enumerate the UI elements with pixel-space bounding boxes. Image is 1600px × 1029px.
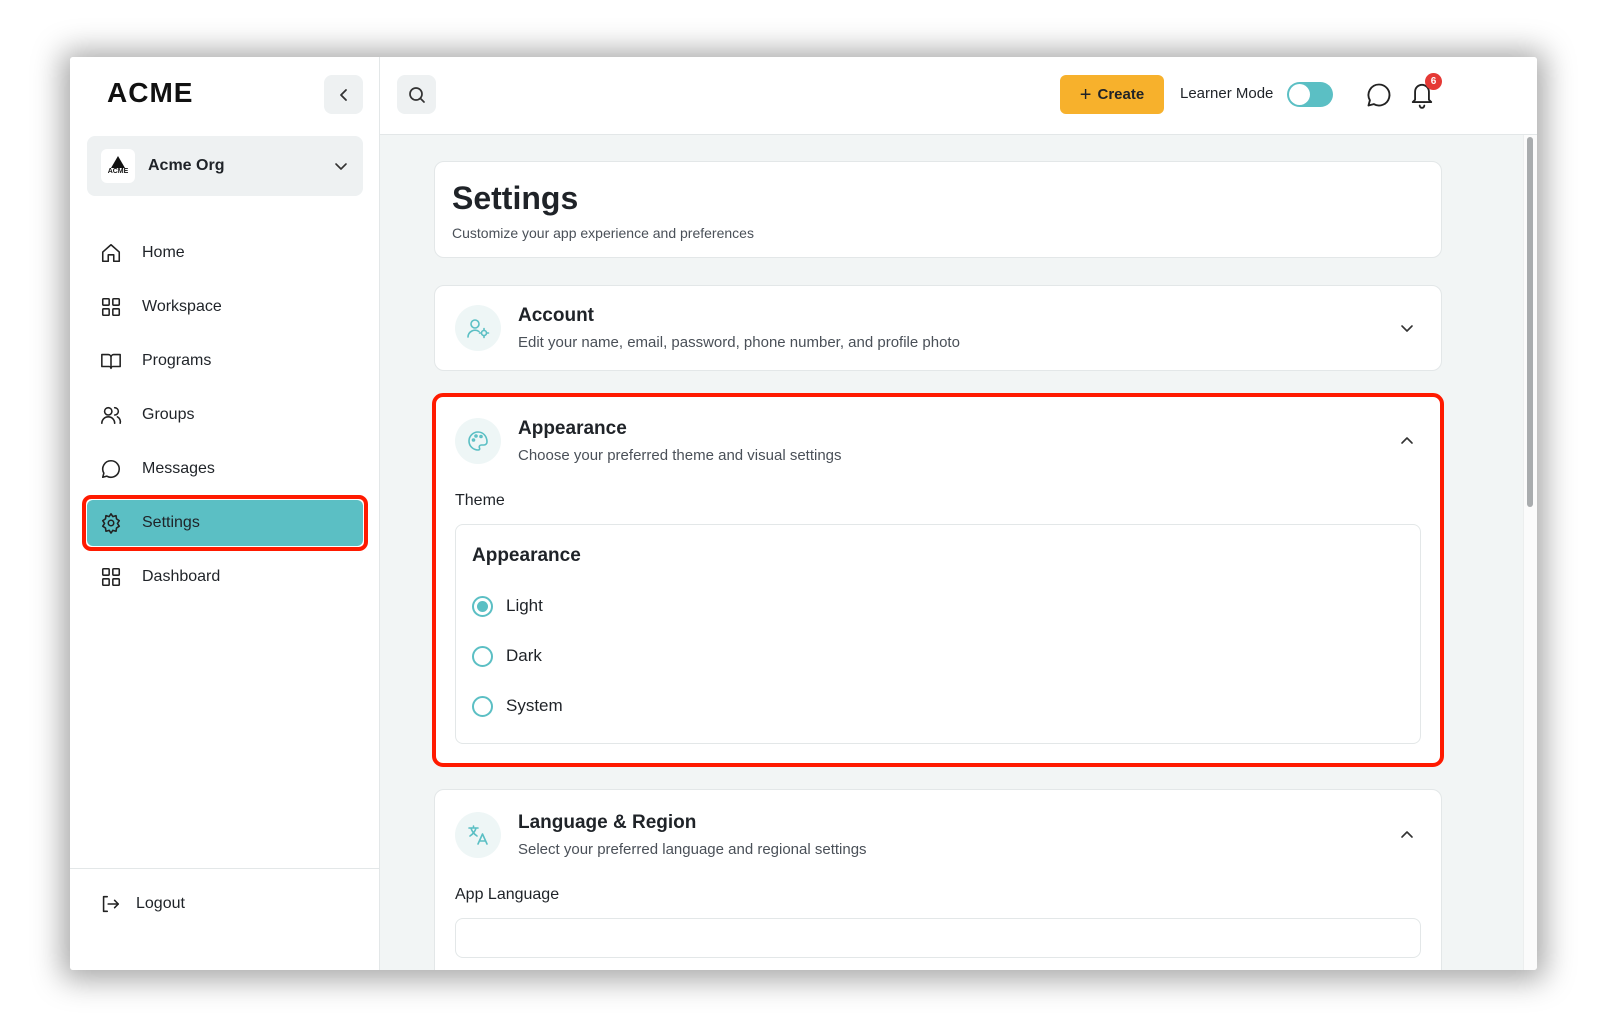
scrollbar-thumb[interactable] [1527,137,1533,507]
user-settings-icon [455,305,501,351]
sidebar-item-label: Groups [142,406,195,423]
chevron-up-icon[interactable] [1397,431,1417,451]
grid-icon [99,295,123,319]
theme-label: Theme [455,492,505,509]
sidebar-item-label: Programs [142,352,212,369]
logout-button[interactable]: Logout [98,892,185,916]
radio-label: Light [506,596,543,615]
appearance-section: Appearance Choose your preferred theme a… [432,393,1444,767]
radio-label: Dark [506,646,542,665]
radio-unchecked[interactable] [472,695,493,717]
translate-icon [455,812,501,858]
chevron-down-icon[interactable] [1397,318,1417,338]
plus-icon: + [1079,83,1092,106]
section-title: Appearance [518,418,627,439]
app-window: ACME ACME Acme Org Home Workspace Progra… [70,57,1537,970]
org-logo: ACME [101,149,135,183]
settings-content: Settings Customize your app experience a… [432,161,1444,970]
search-button[interactable] [397,75,436,114]
radio-unchecked[interactable] [472,645,493,667]
sidebar-item-label: Settings [142,514,200,531]
section-title: Account [518,305,594,326]
sidebar-item-workspace[interactable]: Workspace [87,284,363,330]
create-label: Create [1097,86,1145,103]
org-switcher[interactable]: ACME Acme Org [87,136,363,196]
users-icon [99,403,123,427]
sidebar-item-label: Messages [142,460,215,477]
main-area: + Create Learner Mode 6 Settings Customi… [380,57,1537,970]
learner-mode-toggle[interactable] [1287,82,1333,107]
sidebar-item-label: Workspace [142,298,222,315]
notification-badge: 6 [1425,73,1442,90]
section-title: Language & Region [518,812,697,833]
chevron-down-icon [335,163,347,170]
sidebar-item-messages[interactable]: Messages [87,446,363,492]
section-description: Select your preferred language and regio… [518,841,867,858]
theme-options-box: Appearance Light Dark System [455,524,1421,744]
account-section: Account Edit your name, email, password,… [434,285,1442,371]
app-language-label: App Language [455,886,560,903]
create-button[interactable]: + Create [1060,75,1164,114]
sidebar-item-label: Dashboard [142,568,221,585]
chevron-up-icon[interactable] [1397,825,1417,845]
home-icon [99,241,123,265]
sidebar-item-dashboard[interactable]: Dashboard [87,554,363,600]
sidebar-item-home[interactable]: Home [87,230,363,276]
chevron-left-icon [339,88,347,101]
appearance-section-header[interactable]: Appearance Choose your preferred theme a… [435,396,1441,486]
sidebar-item-label: Home [142,244,185,261]
section-description: Edit your name, email, password, phone n… [518,334,960,351]
sidebar-item-settings[interactable]: Settings [82,495,368,551]
divider [70,868,379,869]
learner-mode-label: Learner Mode [1180,85,1274,102]
collapse-sidebar-button[interactable] [324,75,363,114]
messages-button[interactable] [1365,81,1393,109]
page-title: Settings [452,180,579,216]
radio-checked[interactable] [472,595,493,617]
search-icon [408,86,425,103]
book-icon [99,349,123,373]
gear-icon [99,511,123,535]
sidebar-item-programs[interactable]: Programs [87,338,363,384]
section-description: Choose your preferred theme and visual s… [518,447,842,464]
page-header: Settings Customize your app experience a… [434,161,1442,258]
chat-icon [1367,83,1391,107]
app-language-select[interactable] [455,918,1421,958]
theme-option-dark[interactable]: Dark [472,631,1404,681]
account-section-header[interactable]: Account Edit your name, email, password,… [435,286,1441,370]
theme-box-title: Appearance [472,545,581,566]
top-bar: + Create Learner Mode 6 [380,57,1537,135]
sidebar-nav: Home Workspace Programs Groups Messages … [82,230,368,608]
theme-option-light[interactable]: Light [472,581,1404,631]
logout-label: Logout [136,895,185,912]
org-name: Acme Org [148,157,225,174]
language-section: Language & Region Select your preferred … [434,789,1442,970]
sidebar: ACME ACME Acme Org Home Workspace Progra… [70,57,380,970]
page-subtitle: Customize your app experience and prefer… [452,225,754,241]
chat-icon [99,457,123,481]
sidebar-item-groups[interactable]: Groups [87,392,363,438]
grid-icon [99,565,123,589]
language-section-header[interactable]: Language & Region Select your preferred … [435,790,1441,880]
logout-icon [98,892,122,916]
radio-label: System [506,696,563,715]
theme-option-system[interactable]: System [472,681,1404,731]
palette-icon [455,418,501,464]
acme-logo: ACME [107,77,194,108]
